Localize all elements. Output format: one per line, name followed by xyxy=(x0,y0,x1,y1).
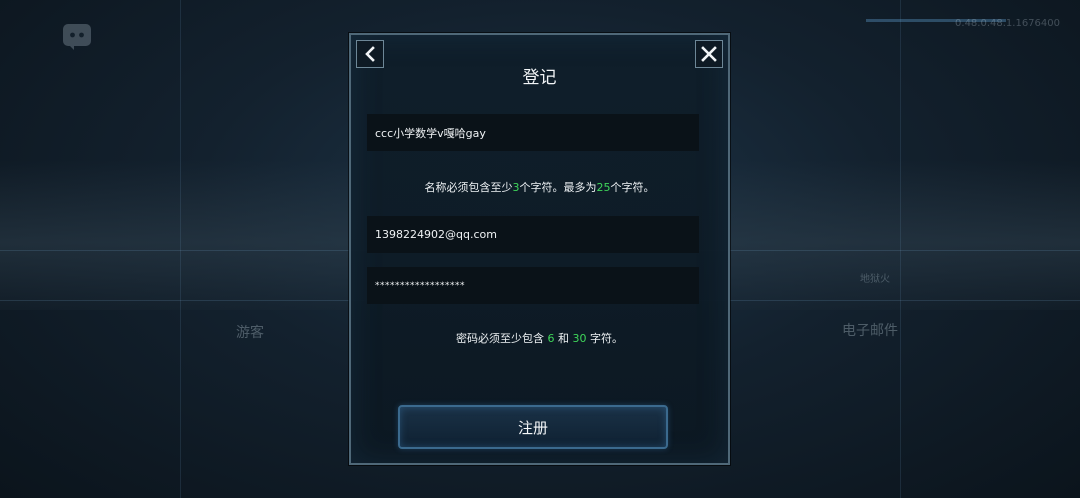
username-input[interactable]: ccc小学数学v嘎哈gay xyxy=(367,114,699,151)
name-length-hint: 名称必须包含至少3个字符。最多为25个字符。 xyxy=(351,179,728,195)
register-button-label: 注册 xyxy=(517,418,548,437)
password-max-value: 30 xyxy=(572,332,587,345)
dialog-title: 登记 xyxy=(522,68,557,88)
chevron-left-icon xyxy=(365,46,375,62)
guest-option-label[interactable]: 游客 xyxy=(236,322,264,342)
email-input[interactable]: 1398224902@qq.com xyxy=(367,216,699,253)
bg-grid-line xyxy=(900,0,901,498)
hint-text: 密码必须至少包含 xyxy=(456,332,548,345)
max-length-value: 25 xyxy=(596,181,611,194)
version-text: 0.48.0.48.1.1676400 xyxy=(955,18,1060,29)
register-button[interactable]: 注册 xyxy=(398,405,668,449)
discord-icon[interactable] xyxy=(62,22,92,50)
password-length-hint: 密码必须至少包含 6 和 30 字符。 xyxy=(351,330,728,346)
hint-text: 和 xyxy=(554,332,573,345)
min-length-value: 3 xyxy=(512,181,520,194)
hint-text: 名称必须包含至少 xyxy=(424,181,513,194)
password-min-value: 6 xyxy=(547,332,555,345)
register-dialog: 登记 ccc小学数学v嘎哈gay 名称必须包含至少3个字符。最多为25个字符。 … xyxy=(349,33,730,465)
background-logo: 地狱火 xyxy=(860,274,890,285)
hint-text: 个字符。最多为 xyxy=(519,181,597,194)
close-icon xyxy=(701,46,717,62)
password-input[interactable]: ****************** xyxy=(367,267,699,304)
hint-text: 个字符。 xyxy=(610,181,655,194)
hint-text: 字符。 xyxy=(586,332,623,345)
bg-grid-line xyxy=(180,0,181,498)
email-option-label[interactable]: 电子邮件 xyxy=(842,320,898,340)
